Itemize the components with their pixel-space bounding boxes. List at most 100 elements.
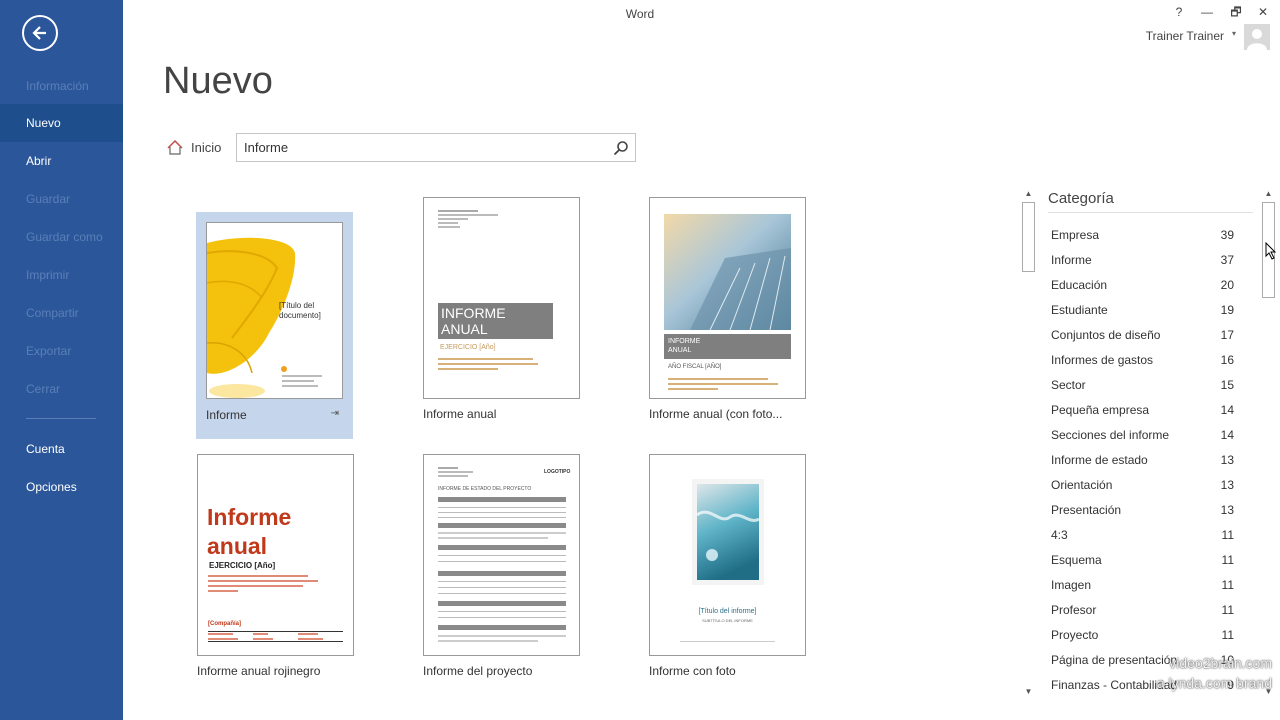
nav-cerrar[interactable]: Cerrar	[0, 370, 123, 408]
nav-guardar[interactable]: Guardar	[0, 180, 123, 218]
nav-cuenta[interactable]: Cuenta	[0, 430, 123, 468]
nav-guardar-como[interactable]: Guardar como	[0, 218, 123, 256]
category-name: Orientación	[1051, 478, 1113, 492]
category-item[interactable]: Presentación 13	[1046, 498, 1241, 523]
template-label: Informe anual rojinegro	[197, 664, 321, 678]
category-count: 11	[1221, 603, 1234, 617]
ice-photo-image	[680, 479, 775, 642]
category-count: 14	[1220, 403, 1234, 417]
category-count: 13	[1220, 478, 1234, 492]
category-item[interactable]: Informes de gastos 16	[1046, 348, 1241, 373]
template-informe-anual[interactable]: INFORME ANUAL EJERCICIO [Año] Informe an…	[423, 197, 580, 424]
category-item[interactable]: Empresa 39	[1046, 223, 1241, 248]
category-item[interactable]: Informe de estado 13	[1046, 448, 1241, 473]
category-item[interactable]: Estudiante 19	[1046, 298, 1241, 323]
scroll-up-icon[interactable]: ▲	[1021, 187, 1036, 201]
scrollbar-thumb[interactable]	[1022, 202, 1035, 272]
nav-opciones[interactable]: Opciones	[0, 468, 123, 506]
template-informe[interactable]: [Título del documento] Informe ⇥	[196, 212, 353, 439]
scroll-up-icon[interactable]: ▲	[1261, 187, 1276, 201]
category-count: 14	[1220, 428, 1234, 442]
template-informe-anual-rojinegro[interactable]: Informe anual EJERCICIO [Año] [Compañía]…	[197, 454, 354, 681]
category-count: 19	[1220, 303, 1234, 317]
home-link[interactable]: Inicio	[167, 140, 221, 155]
nav-imprimir[interactable]: Imprimir	[0, 256, 123, 294]
category-name: Empresa	[1051, 228, 1100, 242]
pin-icon[interactable]: ⇥	[331, 408, 339, 419]
template-search	[236, 133, 636, 162]
category-count: 11	[1221, 578, 1234, 592]
category-count: 39	[1220, 228, 1234, 242]
templates-scrollbar[interactable]: ▲ ▼	[1021, 187, 1036, 699]
category-item[interactable]: Proyecto 11	[1046, 623, 1241, 648]
thumb-title: [Título del informe]	[698, 608, 757, 615]
watermark-tagline: a lynda.com brand	[1156, 675, 1272, 691]
mouse-cursor-icon	[1265, 242, 1277, 260]
template-label: Informe con foto	[649, 664, 736, 678]
category-item[interactable]: Profesor 11	[1046, 598, 1241, 623]
nav-nuevo[interactable]: Nuevo	[0, 104, 123, 142]
template-informe-foto[interactable]: [Título del informe] SUBTÍTULO DEL INFOR…	[649, 454, 806, 681]
category-name: Profesor	[1051, 603, 1097, 617]
template-label: Informe anual	[423, 407, 497, 421]
category-name: Estudiante	[1051, 303, 1108, 317]
template-label: Informe anual (con foto...	[649, 407, 783, 421]
category-name: Imagen	[1051, 578, 1092, 592]
template-thumbnail: [Título del informe] SUBTÍTULO DEL INFOR…	[649, 454, 806, 656]
category-name: Informe de estado	[1051, 453, 1148, 467]
template-informe-anual-foto[interactable]: INFORME ANUAL AÑO FISCAL [AÑO] Informe a…	[649, 197, 806, 424]
category-name: Educación	[1051, 278, 1108, 292]
thumb-footer: [Compañía]	[208, 621, 241, 627]
template-thumbnail: Informe anual EJERCICIO [Año] [Compañía]	[197, 454, 354, 656]
help-button[interactable]: ?	[1168, 3, 1190, 21]
category-name: Presentación	[1051, 503, 1122, 517]
nav-compartir[interactable]: Compartir	[0, 294, 123, 332]
category-scrollbar[interactable]: ▲ ▼	[1261, 187, 1276, 699]
category-item[interactable]: Informe 37	[1046, 248, 1241, 273]
thumb-logo: LOGOTIPO	[544, 469, 571, 475]
category-item[interactable]: Sector 15	[1046, 373, 1241, 398]
category-count: 37	[1220, 253, 1234, 267]
category-item[interactable]: Conjuntos de diseño 17	[1046, 323, 1241, 348]
close-button[interactable]: ✕	[1252, 3, 1274, 21]
category-count: 11	[1221, 553, 1234, 567]
person-icon	[1244, 24, 1270, 50]
nav-abrir[interactable]: Abrir	[0, 142, 123, 180]
table-lines-image	[438, 467, 566, 642]
template-thumbnail: [Título del documento]	[206, 222, 343, 399]
category-item[interactable]: Secciones del informe 14	[1046, 423, 1241, 448]
category-item[interactable]: Orientación 13	[1046, 473, 1241, 498]
template-informe-proyecto[interactable]: INFORME DE ESTADO DEL PROYECTO LOGOTIPO …	[423, 454, 580, 681]
restore-button[interactable]: 🗗	[1225, 3, 1247, 21]
category-item[interactable]: Pequeña empresa 14	[1046, 398, 1241, 423]
category-count: 16	[1220, 353, 1234, 367]
category-name: Esquema	[1051, 553, 1102, 567]
home-icon	[167, 140, 183, 155]
category-name: Conjuntos de diseño	[1051, 328, 1161, 342]
template-label: Informe del proyecto	[423, 664, 533, 678]
back-arrow-icon	[32, 26, 46, 40]
category-item[interactable]: Educación 20	[1046, 273, 1241, 298]
minimize-button[interactable]: —	[1196, 3, 1218, 21]
thumb-title: INFORME ANUAL	[668, 338, 701, 354]
nav-informacion[interactable]: Información	[0, 67, 123, 105]
category-count: 11	[1221, 528, 1234, 542]
search-input[interactable]	[237, 134, 607, 161]
avatar[interactable]	[1244, 24, 1270, 50]
search-icon[interactable]	[613, 140, 629, 156]
template-thumbnail: INFORME ANUAL AÑO FISCAL [AÑO]	[649, 197, 806, 399]
template-thumbnail: INFORME DE ESTADO DEL PROYECTO LOGOTIPO	[423, 454, 580, 656]
category-heading: Categoría	[1048, 190, 1114, 207]
template-label: Informe	[206, 408, 247, 422]
scroll-down-icon[interactable]: ▼	[1021, 685, 1036, 699]
user-name[interactable]: Trainer Trainer	[1146, 29, 1224, 43]
category-name: Informe	[1051, 253, 1092, 267]
thumb-title: INFORME DE ESTADO DEL PROYECTO	[438, 486, 532, 492]
category-name: Pequeña empresa	[1051, 403, 1150, 417]
category-item[interactable]: Esquema 11	[1046, 548, 1241, 573]
nav-exportar[interactable]: Exportar	[0, 332, 123, 370]
category-item[interactable]: 4:3 11	[1046, 523, 1241, 548]
category-item[interactable]: Imagen 11	[1046, 573, 1241, 598]
backstage-sidebar: Información Nuevo Abrir Guardar Guardar …	[0, 0, 123, 720]
chevron-down-icon[interactable]: ▾	[1232, 29, 1236, 38]
